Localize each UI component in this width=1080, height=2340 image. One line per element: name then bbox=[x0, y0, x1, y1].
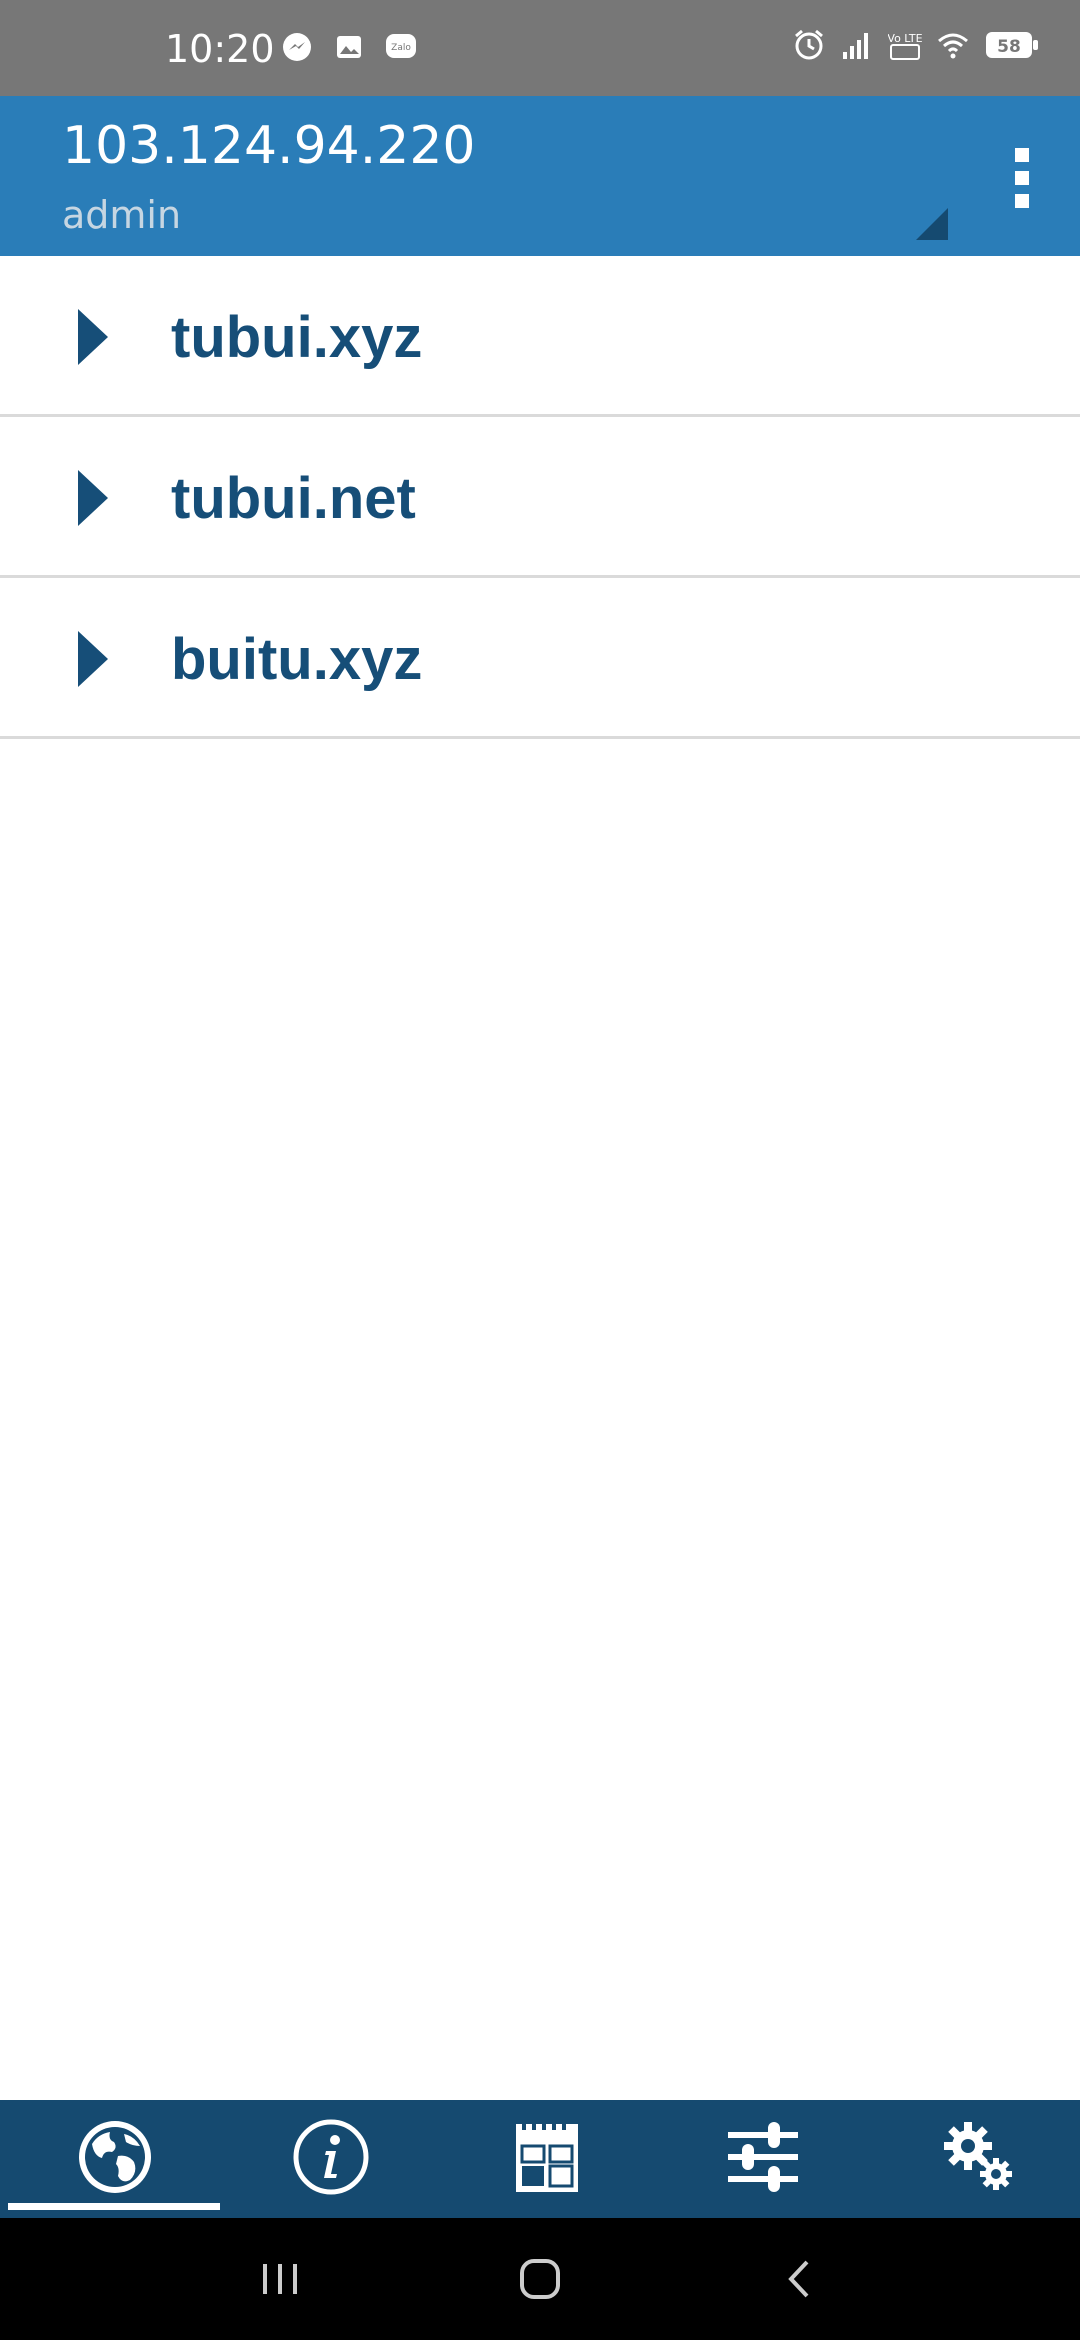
system-status-icons: Vo LTE 58 bbox=[792, 28, 1040, 62]
gallery-icon bbox=[337, 36, 361, 58]
bottom-navigation bbox=[0, 2100, 1080, 2218]
domain-list-item[interactable]: buitu.xyz bbox=[0, 578, 1080, 739]
gears-icon bbox=[944, 2122, 1012, 2190]
domain-name: tubui.xyz bbox=[171, 305, 423, 370]
user-subtitle[interactable]: admin bbox=[62, 192, 181, 238]
system-navigation-bar bbox=[0, 2218, 1080, 2340]
home-icon[interactable] bbox=[515, 2254, 565, 2304]
overflow-menu-button[interactable] bbox=[1004, 148, 1040, 208]
active-tab-indicator bbox=[8, 2203, 220, 2210]
volte-icon-text: Vo LTE bbox=[888, 32, 922, 45]
signal-icon bbox=[843, 33, 868, 59]
nav-tab-settings-sliders[interactable] bbox=[648, 2100, 864, 2218]
domain-name: buitu.xyz bbox=[171, 627, 423, 692]
domain-list-item[interactable]: tubui.xyz bbox=[0, 256, 1080, 417]
menu-dot-icon bbox=[1015, 194, 1029, 208]
server-address-title: 103.124.94.220 bbox=[62, 116, 476, 176]
notification-icons: Zalo bbox=[280, 30, 418, 64]
dropdown-triangle-icon[interactable] bbox=[916, 208, 948, 240]
alarm-icon bbox=[795, 29, 823, 60]
expand-arrow-icon bbox=[78, 631, 108, 687]
domain-name: tubui.net bbox=[171, 466, 416, 531]
sliders-icon bbox=[728, 2122, 798, 2192]
zalo-icon: Zalo bbox=[386, 34, 416, 58]
status-time: 10:20 bbox=[165, 27, 275, 71]
domain-list-item[interactable]: tubui.net bbox=[0, 417, 1080, 578]
screen: 10:20 Zalo Vo LTE 58 103.124.94.220 admi… bbox=[0, 0, 1080, 2340]
expand-arrow-icon bbox=[78, 470, 108, 526]
nav-tab-preferences[interactable] bbox=[864, 2100, 1080, 2218]
battery-icon: 58 bbox=[986, 32, 1038, 58]
messenger-icon bbox=[283, 33, 311, 61]
menu-dot-icon bbox=[1015, 148, 1029, 162]
status-bar: 10:20 Zalo Vo LTE 58 bbox=[0, 0, 1080, 96]
globe-icon bbox=[79, 2121, 151, 2193]
domain-list: tubui.xyz tubui.net buitu.xyz bbox=[0, 256, 1080, 739]
app-bar: 103.124.94.220 admin bbox=[0, 96, 1080, 256]
battery-level: 58 bbox=[997, 37, 1021, 57]
wifi-icon bbox=[938, 33, 968, 59]
volte-icon: Vo LTE bbox=[888, 32, 922, 60]
expand-arrow-icon bbox=[78, 309, 108, 365]
nav-tab-domains[interactable] bbox=[0, 2100, 220, 2218]
zalo-icon-text: Zalo bbox=[391, 43, 411, 53]
back-icon[interactable] bbox=[775, 2254, 825, 2304]
menu-dot-icon bbox=[1015, 171, 1029, 185]
nav-tab-calendar[interactable] bbox=[432, 2100, 648, 2218]
info-icon bbox=[293, 2119, 369, 2195]
nav-tab-info[interactable] bbox=[216, 2100, 432, 2218]
recent-apps-icon[interactable] bbox=[255, 2254, 305, 2304]
calendar-grid-icon bbox=[516, 2124, 578, 2192]
